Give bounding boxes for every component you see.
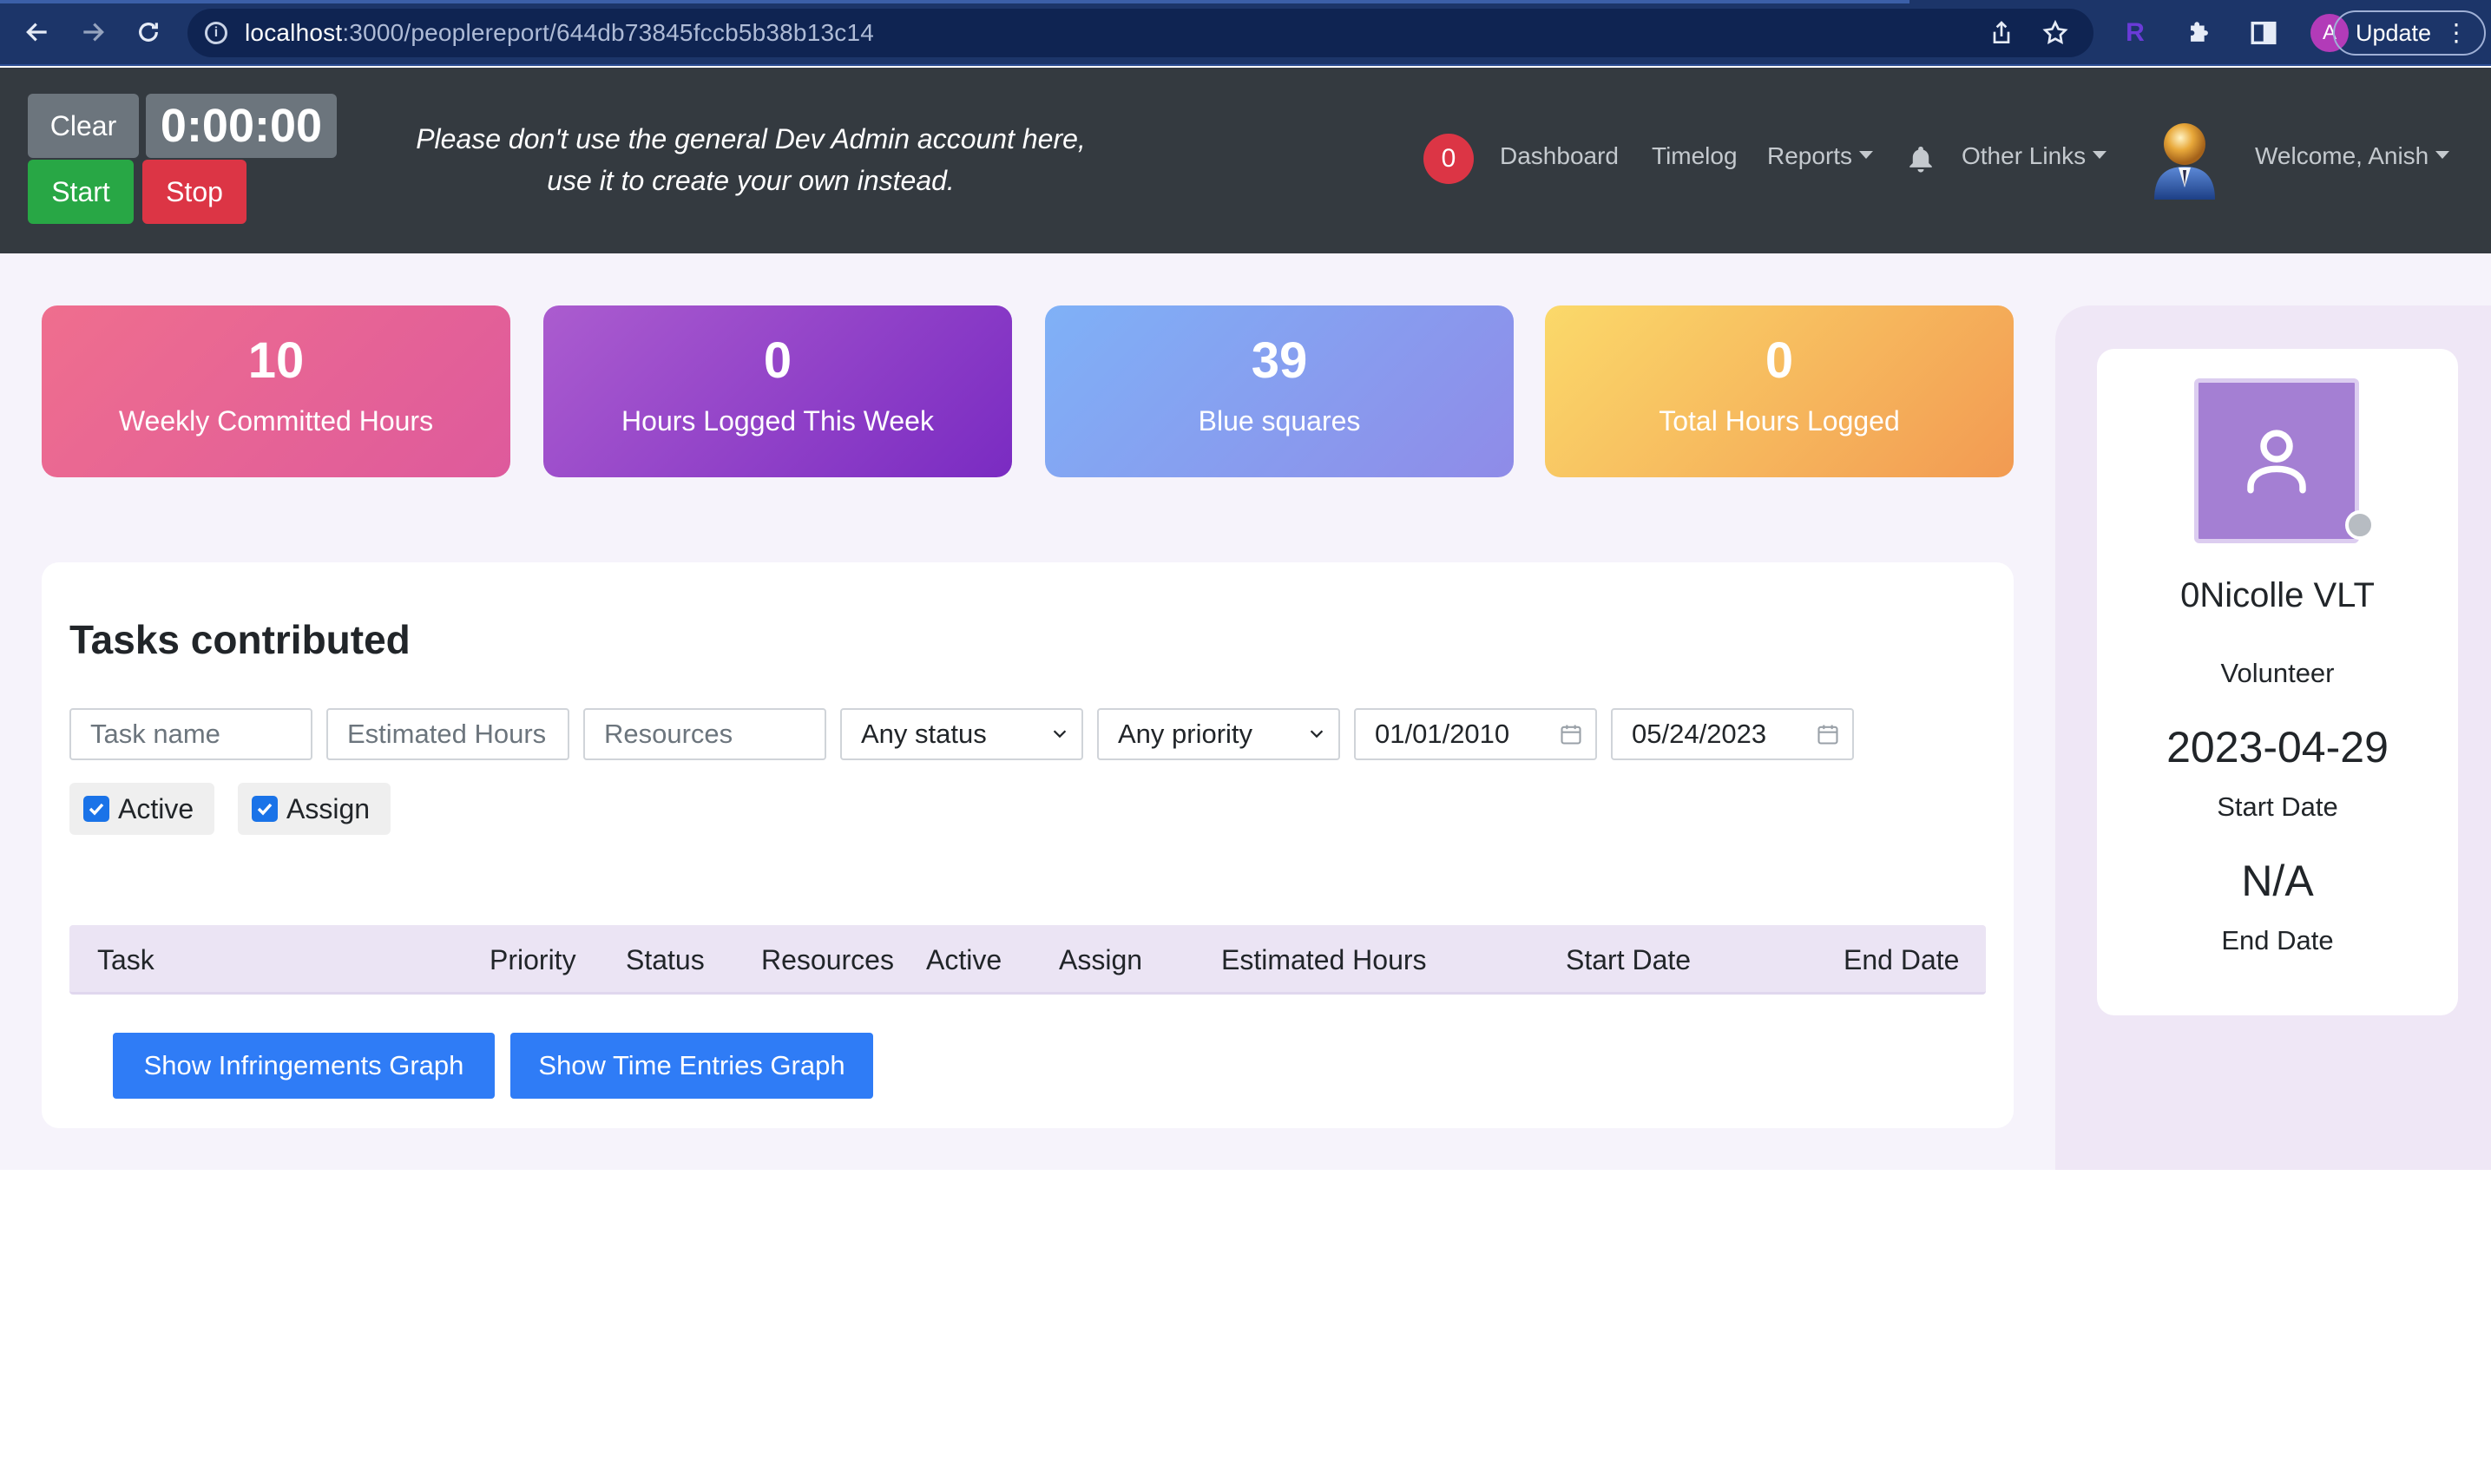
nav-timelog-link[interactable]: Timelog <box>1652 142 1738 170</box>
profile-end-date-label: End Date <box>2221 925 2334 955</box>
stat-label: Weekly Committed Hours <box>118 405 434 437</box>
column-header-active[interactable]: Active <box>926 944 1002 976</box>
user-icon <box>2247 430 2306 494</box>
side-panel-icon[interactable] <box>2246 16 2281 50</box>
chevron-down-icon <box>1053 730 1067 739</box>
active-checkbox-label: Active <box>118 792 194 824</box>
priority-select[interactable]: Any priority <box>1097 708 1340 760</box>
column-header-end-date[interactable]: End Date <box>1844 944 1959 976</box>
profile-role: Volunteer <box>2220 658 2335 688</box>
people-report-page: 10 Weekly Committed Hours 0 Hours Logged… <box>0 253 2491 1170</box>
calendar-icon[interactable] <box>1816 722 1840 746</box>
column-header-assign[interactable]: Assign <box>1059 944 1142 976</box>
nav-other-links-dropdown[interactable]: Other Links <box>1962 142 2107 170</box>
stat-value: 39 <box>1251 332 1308 389</box>
stat-label: Blue squares <box>1198 405 1361 437</box>
browser-toolbar: i localhost:3000/peoplereport/644db73845… <box>0 0 2491 66</box>
stat-label: Hours Logged This Week <box>621 405 934 437</box>
share-icon[interactable] <box>1988 19 2015 47</box>
url-host: localhost <box>245 19 343 46</box>
status-select-value: Any status <box>861 719 987 749</box>
calendar-icon[interactable] <box>1559 722 1583 746</box>
notice-line-2: use it to create your own instead. <box>547 165 955 196</box>
active-filter-checkbox[interactable]: Active <box>69 783 215 835</box>
notice-line-1: Please don't use the general Dev Admin a… <box>416 123 1086 154</box>
from-date-input[interactable]: 01/01/2010 <box>1354 708 1597 760</box>
tasks-title: Tasks contributed <box>69 617 411 662</box>
app-navbar: Clear 0:00:00 Start Stop Please don't us… <box>0 68 2491 253</box>
column-header-task[interactable]: Task <box>97 944 154 976</box>
assign-filter-checkbox[interactable]: Assign <box>238 783 391 835</box>
header-notice: Please don't use the general Dev Admin a… <box>382 118 1120 201</box>
estimated-hours-input[interactable]: Estimated Hours <box>326 708 569 760</box>
timer-display: 0:00:00 <box>146 94 337 158</box>
column-header-resources[interactable]: Resources <box>761 944 894 976</box>
chevron-down-icon <box>1310 730 1324 739</box>
column-header-priority[interactable]: Priority <box>490 944 576 976</box>
to-date-value: 05/24/2023 <box>1632 719 1767 749</box>
task-name-input[interactable]: Task name <box>69 708 312 760</box>
profile-sidebar: 0Nicolle VLT Volunteer 2023-04-29 Start … <box>2055 305 2491 1170</box>
site-info-icon[interactable]: i <box>205 22 227 44</box>
profile-name: 0Nicolle VLT <box>2180 576 2375 614</box>
extension-r-icon[interactable]: R <box>2118 16 2153 50</box>
url-path: :3000/peoplereport/644db73845fccb5b38b13… <box>342 19 874 46</box>
extensions-puzzle-icon[interactable] <box>2182 16 2217 50</box>
resources-input[interactable]: Resources <box>583 708 826 760</box>
url-text[interactable]: localhost:3000/peoplereport/644db73845fc… <box>245 19 874 47</box>
checkbox-checked-icon[interactable] <box>252 796 278 822</box>
from-date-value: 01/01/2010 <box>1375 719 1510 749</box>
timer-start-button[interactable]: Start <box>28 160 134 224</box>
stat-value: 0 <box>763 332 792 389</box>
profile-end-date: N/A <box>2241 857 2314 905</box>
column-header-estimated-hours[interactable]: Estimated Hours <box>1221 944 1427 976</box>
profile-start-date-label: Start Date <box>2217 791 2338 822</box>
priority-select-value: Any priority <box>1118 719 1253 749</box>
notification-count-badge[interactable]: 0 <box>1423 134 1474 184</box>
assign-checkbox-label: Assign <box>286 792 371 824</box>
status-select[interactable]: Any status <box>840 708 1083 760</box>
show-time-entries-graph-button[interactable]: Show Time Entries Graph <box>510 1033 873 1099</box>
bookmark-star-icon[interactable] <box>2041 19 2069 47</box>
reload-icon[interactable] <box>125 9 172 56</box>
stat-label: Total Hours Logged <box>1659 405 1900 437</box>
nav-dashboard-link[interactable]: Dashboard <box>1500 142 1619 170</box>
nav-welcome-dropdown[interactable]: Welcome, Anish <box>2255 142 2449 170</box>
back-arrow-icon[interactable] <box>14 9 61 56</box>
offline-status-indicator <box>2345 510 2375 540</box>
blue-squares-card: 39 Blue squares <box>1045 305 1514 477</box>
weekly-committed-hours-card: 10 Weekly Committed Hours <box>42 305 510 477</box>
browser-update-button[interactable]: Update ⋮ <box>2333 10 2486 56</box>
address-bar[interactable]: i localhost:3000/peoplereport/644db73845… <box>187 9 2093 57</box>
forward-arrow-icon[interactable] <box>69 9 116 56</box>
tasks-table-header: Task Priority Status Resources Active As… <box>69 925 1986 995</box>
timer-stop-button[interactable]: Stop <box>142 160 246 224</box>
tasks-contributed-panel: Tasks contributed Task name Estimated Ho… <box>42 562 2014 1128</box>
to-date-input[interactable]: 05/24/2023 <box>1611 708 1854 760</box>
hours-logged-this-week-card: 0 Hours Logged This Week <box>543 305 1012 477</box>
more-menu-icon[interactable]: ⋮ <box>2444 21 2468 45</box>
bell-icon[interactable] <box>1906 144 1936 174</box>
column-header-start-date[interactable]: Start Date <box>1566 944 1691 976</box>
column-header-status[interactable]: Status <box>626 944 705 976</box>
stat-value: 10 <box>247 332 305 389</box>
total-hours-logged-card: 0 Total Hours Logged <box>1545 305 2014 477</box>
page-load-indicator <box>0 0 1909 3</box>
user-avatar-icon[interactable] <box>2149 118 2220 201</box>
show-infringements-graph-button[interactable]: Show Infringements Graph <box>113 1033 495 1099</box>
update-label: Update <box>2356 19 2432 46</box>
profile-card: 0Nicolle VLT Volunteer 2023-04-29 Start … <box>2097 349 2458 1015</box>
checkbox-checked-icon[interactable] <box>83 796 109 822</box>
timer-clear-button[interactable]: Clear <box>28 94 139 158</box>
stat-value: 0 <box>1765 332 1794 389</box>
profile-start-date: 2023-04-29 <box>2166 723 2389 772</box>
profile-photo[interactable] <box>2194 378 2359 543</box>
nav-reports-dropdown[interactable]: Reports <box>1767 142 1873 170</box>
